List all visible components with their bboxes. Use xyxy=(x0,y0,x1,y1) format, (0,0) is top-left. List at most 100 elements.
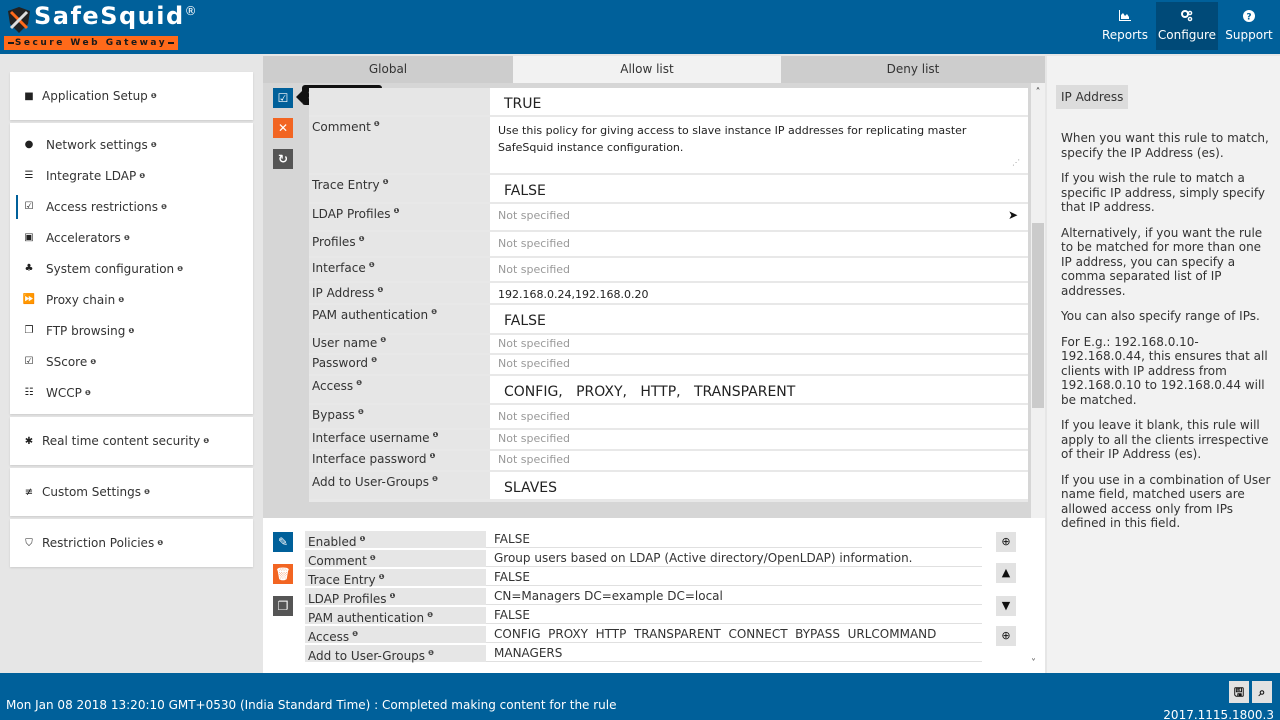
info-icon[interactable]: ❶ xyxy=(370,554,376,562)
info-icon[interactable]: ❶ xyxy=(383,178,389,186)
sidebar-item-proxy-chain[interactable]: ⏩ Proxy chain ❶ xyxy=(10,284,253,315)
reset-button[interactable]: ↻ xyxy=(273,149,293,169)
info-icon[interactable]: ❶ xyxy=(90,358,96,366)
sidebar-item-integrate-ldap[interactable]: ☰ Integrate LDAP ❶ xyxy=(10,160,253,191)
tab-deny-list[interactable]: Deny list xyxy=(781,56,1045,83)
send-icon[interactable]: ➤ xyxy=(1008,208,1018,222)
ip-address-input[interactable]: 192.168.0.24,192.168.0.20 xyxy=(490,283,1028,303)
info-icon[interactable]: ❶ xyxy=(380,336,386,344)
move-up-button[interactable]: ▲ xyxy=(996,563,1016,583)
info-icon[interactable]: ❶ xyxy=(203,437,209,445)
info-icon[interactable]: ❶ xyxy=(431,308,437,316)
move-to-top-button[interactable]: ⊕ xyxy=(996,532,1016,552)
nav-configure[interactable]: Configure xyxy=(1156,2,1218,50)
info-icon[interactable]: ❶ xyxy=(371,356,377,364)
sidebar-item-custom-settings[interactable]: ≢ Custom Settings ❶ xyxy=(10,468,253,516)
top-nav: Reports Configure ? Support xyxy=(1094,2,1280,50)
copy-entry-button[interactable]: ❐ xyxy=(273,596,293,616)
info-icon[interactable]: ❶ xyxy=(390,592,396,600)
info-icon[interactable]: ❶ xyxy=(124,234,130,242)
info-icon[interactable]: ❶ xyxy=(359,235,365,243)
pam-authentication-toggle[interactable]: FALSE xyxy=(490,305,1028,333)
profiles-input[interactable]: Not specified xyxy=(490,232,1028,256)
sidebar-item-system-configuration[interactable]: ♣ System configuration ❶ xyxy=(10,253,253,284)
info-icon[interactable]: ❶ xyxy=(157,539,163,547)
bypass-input[interactable]: Not specified xyxy=(490,405,1028,428)
info-icon[interactable]: ❶ xyxy=(352,630,358,638)
move-down-button[interactable]: ▼ xyxy=(996,596,1016,616)
cancel-edit-button[interactable]: ✕ xyxy=(273,118,293,138)
info-icon[interactable]: ❶ xyxy=(118,296,124,304)
info-icon[interactable]: ❶ xyxy=(161,203,167,211)
scroll-up-icon[interactable]: ˄ xyxy=(1031,87,1045,98)
sidebar-item-network-settings[interactable]: ● Network settings ❶ xyxy=(10,129,253,160)
interface-password-input[interactable]: Not specified xyxy=(490,451,1028,470)
info-icon[interactable]: ❶ xyxy=(394,207,400,215)
info-icon[interactable]: ❶ xyxy=(433,431,439,439)
logo[interactable]: SafeSquid® Secure Web Gateway xyxy=(4,2,197,51)
interface-input[interactable]: Not specified xyxy=(490,258,1028,281)
trace-entry-toggle[interactable]: FALSE xyxy=(490,175,1028,202)
sidebar-item-application-setup[interactable]: ■ Application Setup ❶ xyxy=(10,72,253,120)
info-icon[interactable]: ❶ xyxy=(377,286,383,294)
header: SafeSquid® Secure Web Gateway Reports Co… xyxy=(0,0,1280,54)
field-profiles: Profiles ❶ Not specified xyxy=(309,232,1028,258)
delete-entry-button[interactable]: 🗑 xyxy=(273,564,293,584)
sidebar-item-wccp[interactable]: ☷ WCCP ❶ xyxy=(10,377,253,408)
fast-forward-icon: ⏩ xyxy=(22,294,36,305)
info-icon[interactable]: ❶ xyxy=(374,120,380,128)
edit-entry-button[interactable]: ✎ xyxy=(273,532,293,552)
info-icon[interactable]: ❶ xyxy=(177,265,183,273)
undo-icon: ↻ xyxy=(277,152,289,166)
info-icon[interactable]: ❶ xyxy=(432,475,438,483)
user-groups-select[interactable]: SLAVES xyxy=(490,472,1028,499)
comment-textarea[interactable]: Use this policy for giving access to sla… xyxy=(490,117,1028,173)
save-config-button[interactable]: 🖫 xyxy=(1229,681,1249,703)
scrollbar-thumb[interactable] xyxy=(1032,223,1044,408)
arrow-circle-up-icon: ⊕ xyxy=(1001,535,1011,548)
enabled-toggle[interactable]: TRUE xyxy=(490,88,1028,115)
info-icon[interactable]: ❶ xyxy=(430,452,436,460)
info-icon[interactable]: ❶ xyxy=(356,379,362,387)
save-policy-button[interactable]: ☑ xyxy=(273,88,293,108)
sidebar-group-application-setup: ■ Application Setup ❶ xyxy=(10,72,253,120)
info-icon[interactable]: ❶ xyxy=(428,649,434,657)
scroll-down-icon[interactable]: ˅ xyxy=(1031,658,1036,669)
info-icon[interactable]: ❶ xyxy=(427,611,433,619)
sidebar-item-ftp-browsing[interactable]: ❐ FTP browsing ❶ xyxy=(10,315,253,346)
interface-username-input[interactable]: Not specified xyxy=(490,430,1028,449)
sidebar-item-real-time-content-security[interactable]: ✱ Real time content security ❶ xyxy=(10,417,253,465)
tab-allow-list[interactable]: Allow list xyxy=(513,56,781,83)
search-button[interactable]: ⌕ xyxy=(1252,681,1272,703)
ldap-profiles-input[interactable]: Not specified ➤ xyxy=(490,204,1028,230)
sidebar-item-restriction-policies[interactable]: ⛉ Restriction Policies ❶ xyxy=(10,519,253,567)
info-icon[interactable]: ❶ xyxy=(144,488,150,496)
policy-tabs: Global Allow list Deny list xyxy=(263,56,1045,83)
nav-reports[interactable]: Reports xyxy=(1094,2,1156,50)
sidebar-item-sscore[interactable]: ☑ SScore ❶ xyxy=(10,346,253,377)
info-icon[interactable]: ❶ xyxy=(358,408,364,416)
tab-global[interactable]: Global xyxy=(263,56,513,83)
info-icon[interactable]: ❶ xyxy=(139,172,145,180)
status-message: Mon Jan 08 2018 13:20:10 GMT+0530 (India… xyxy=(6,698,617,712)
resize-handle-icon[interactable]: ⋰ xyxy=(1012,154,1020,171)
list-entry[interactable]: Enabled ❶ FALSE Comment ❶ Group users base… xyxy=(305,531,982,664)
info-icon[interactable]: ❶ xyxy=(151,92,157,100)
field-add-to-user-groups: Add to User-Groups ❶ SLAVES xyxy=(309,472,1028,501)
info-icon[interactable]: ❶ xyxy=(360,535,366,543)
password-input[interactable]: Not specified xyxy=(490,355,1028,374)
info-icon[interactable]: ❶ xyxy=(151,141,157,149)
user-name-input[interactable]: Not specified xyxy=(490,335,1028,353)
sidebar-item-access-restrictions[interactable]: ☑ Access restrictions ❶ xyxy=(10,191,253,222)
list-row-comment: Comment ❶ Group users based on LDAP (Acti… xyxy=(305,550,982,568)
editor-scrollbar[interactable]: ˄ xyxy=(1031,83,1045,518)
info-icon[interactable]: ❶ xyxy=(379,573,385,581)
bug-icon: ✱ xyxy=(24,435,34,447)
nav-support[interactable]: ? Support xyxy=(1218,2,1280,50)
info-icon[interactable]: ❶ xyxy=(369,261,375,269)
access-select[interactable]: CONFIG, PROXY, HTTP, TRANSPARENT xyxy=(490,376,1028,403)
move-to-bottom-button[interactable]: ⊕ xyxy=(996,626,1016,646)
info-icon[interactable]: ❶ xyxy=(85,389,91,397)
sidebar-item-accelerators[interactable]: ▣ Accelerators ❶ xyxy=(10,222,253,253)
info-icon[interactable]: ❶ xyxy=(128,327,134,335)
